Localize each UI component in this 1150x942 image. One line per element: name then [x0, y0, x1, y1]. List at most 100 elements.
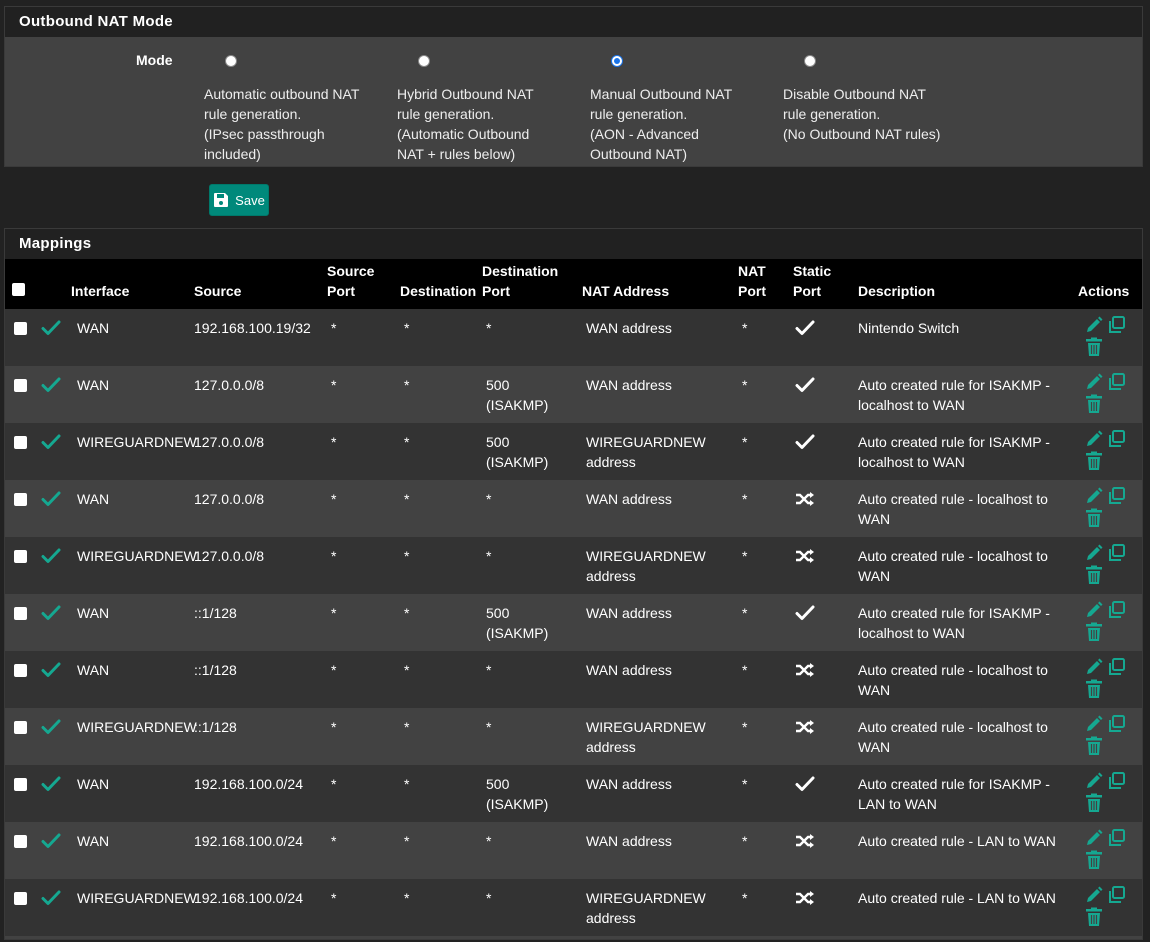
- copy-icon[interactable]: [1106, 771, 1126, 791]
- delete-icon[interactable]: [1084, 679, 1104, 699]
- col-description[interactable]: Description: [856, 259, 1076, 309]
- delete-icon[interactable]: [1084, 565, 1104, 585]
- enabled-status[interactable]: [39, 651, 69, 708]
- cell-source-port: *: [331, 548, 337, 564]
- delete-icon[interactable]: [1084, 850, 1104, 870]
- col-static-port[interactable]: Static Port: [791, 259, 856, 309]
- row-checkbox[interactable]: [14, 607, 27, 620]
- cell-description: Auto created rule - LAN to WAN: [858, 833, 1056, 849]
- enabled-status[interactable]: [39, 708, 69, 765]
- table-row[interactable]: WIREGUARDNEW 127.0.0.0/8 * * 500 (ISAKMP) WIRE…: [5, 423, 1142, 480]
- edit-icon[interactable]: [1084, 486, 1104, 506]
- copy-icon[interactable]: [1106, 828, 1126, 848]
- table-row[interactable]: WAN 192.168.100.0/24 * * * WAN address * Auto c…: [5, 822, 1142, 879]
- row-checkbox[interactable]: [14, 835, 27, 848]
- delete-icon[interactable]: [1084, 508, 1104, 528]
- copy-icon[interactable]: [1106, 372, 1126, 392]
- col-nat-port[interactable]: NAT Port: [736, 259, 791, 309]
- delete-icon[interactable]: [1084, 907, 1104, 927]
- cell-nat-port: *: [742, 719, 748, 735]
- select-all-checkbox[interactable]: [12, 283, 25, 296]
- edit-icon[interactable]: [1084, 657, 1104, 677]
- select-all-header[interactable]: [5, 259, 39, 309]
- table-row[interactable]: WAN 127.0.0.0/8 * * * WAN address * Auto create…: [5, 480, 1142, 537]
- table-row[interactable]: WAN::1/128 * * 500 (ISAKMP) WAN address * Auto …: [5, 594, 1142, 651]
- delete-icon[interactable]: [1084, 736, 1104, 756]
- row-checkbox[interactable]: [14, 322, 27, 335]
- delete-icon[interactable]: [1084, 394, 1104, 414]
- cell-destination: *: [404, 377, 410, 393]
- enabled-status[interactable]: [39, 309, 69, 366]
- col-interface[interactable]: Interface: [69, 259, 192, 309]
- copy-icon[interactable]: [1106, 714, 1126, 734]
- col-source[interactable]: Source: [192, 259, 325, 309]
- table-row[interactable]: WIREGUARDNEW 192.168.100.0/24 * * * WIREGUARD…: [5, 879, 1142, 936]
- table-row[interactable]: WIREGUARDNEW::1/128 * * * WIREGUARDNEW addres…: [5, 708, 1142, 765]
- copy-icon[interactable]: [1106, 315, 1126, 335]
- col-destination-port[interactable]: Destination Port: [480, 259, 580, 309]
- enabled-status[interactable]: [39, 423, 69, 480]
- enabled-check-icon: [41, 776, 61, 791]
- row-checkbox[interactable]: [14, 550, 27, 563]
- cell-source-port: *: [331, 662, 337, 678]
- enabled-status[interactable]: [39, 480, 69, 537]
- mode-radio-2[interactable]: [611, 55, 623, 67]
- copy-icon[interactable]: [1106, 600, 1126, 620]
- table-row[interactable]: WAN 127.0.0.0/8 * * 500 (ISAKMP) WAN address * A…: [5, 366, 1142, 423]
- col-destination[interactable]: Destination: [398, 259, 480, 309]
- mode-radio-3[interactable]: [804, 55, 816, 67]
- cell-source-port: *: [331, 776, 337, 792]
- delete-icon[interactable]: [1084, 451, 1104, 471]
- edit-icon[interactable]: [1084, 885, 1104, 905]
- edit-icon[interactable]: [1084, 543, 1104, 563]
- mode-radio-1[interactable]: [418, 55, 430, 67]
- copy-icon[interactable]: [1106, 429, 1126, 449]
- enabled-status[interactable]: [39, 594, 69, 651]
- table-row[interactable]: WAN::1/128 * * * WAN address * Auto created ru…: [5, 651, 1142, 708]
- row-checkbox[interactable]: [14, 721, 27, 734]
- copy-icon[interactable]: [1106, 657, 1126, 677]
- row-checkbox[interactable]: [14, 892, 27, 905]
- enabled-status[interactable]: [39, 537, 69, 594]
- cell-destination-port: 500 (ISAKMP): [486, 377, 549, 413]
- enabled-status[interactable]: [39, 879, 69, 936]
- cell-source-port: *: [331, 320, 337, 336]
- edit-icon[interactable]: [1084, 315, 1104, 335]
- edit-icon[interactable]: [1084, 600, 1104, 620]
- table-row[interactable]: WAN 192.168.100.19/32 * * * WAN address * Ninte…: [5, 309, 1142, 366]
- col-source-port[interactable]: Source Port: [325, 259, 398, 309]
- row-checkbox[interactable]: [14, 778, 27, 791]
- delete-icon[interactable]: [1084, 622, 1104, 642]
- edit-icon[interactable]: [1084, 714, 1104, 734]
- edit-icon[interactable]: [1084, 372, 1104, 392]
- enabled-check-icon: [41, 719, 61, 734]
- save-button[interactable]: Save: [209, 184, 269, 216]
- edit-icon[interactable]: [1084, 828, 1104, 848]
- copy-icon[interactable]: [1106, 543, 1126, 563]
- cell-destination-port: *: [486, 662, 492, 678]
- cell-nat-port: *: [742, 776, 748, 792]
- cell-source-port: *: [331, 833, 337, 849]
- copy-icon[interactable]: [1106, 885, 1126, 905]
- copy-icon[interactable]: [1106, 486, 1126, 506]
- cell-nat-port: *: [742, 320, 748, 336]
- delete-icon[interactable]: [1084, 793, 1104, 813]
- table-row[interactable]: WAN 192.168.100.0/24 * * 500 (ISAKMP) WAN addr…: [5, 765, 1142, 822]
- col-nat-address[interactable]: NAT Address: [580, 259, 736, 309]
- row-checkbox[interactable]: [14, 379, 27, 392]
- enabled-status[interactable]: [39, 822, 69, 879]
- row-checkbox[interactable]: [14, 436, 27, 449]
- check-icon: [795, 434, 815, 449]
- edit-icon[interactable]: [1084, 771, 1104, 791]
- mode-radio-0[interactable]: [225, 55, 237, 67]
- delete-icon[interactable]: [1084, 337, 1104, 357]
- table-row[interactable]: WIREGUARDNEW 127.0.0.0/8 * * * WIREGUARDNEW ad…: [5, 537, 1142, 594]
- edit-icon[interactable]: [1084, 429, 1104, 449]
- row-checkbox[interactable]: [14, 664, 27, 677]
- cell-interface: WAN: [77, 491, 110, 507]
- cell-source: 127.0.0.0/8: [194, 548, 265, 564]
- enabled-status[interactable]: [39, 765, 69, 822]
- row-checkbox[interactable]: [14, 493, 27, 506]
- cell-nat-port: *: [742, 890, 748, 906]
- enabled-status[interactable]: [39, 366, 69, 423]
